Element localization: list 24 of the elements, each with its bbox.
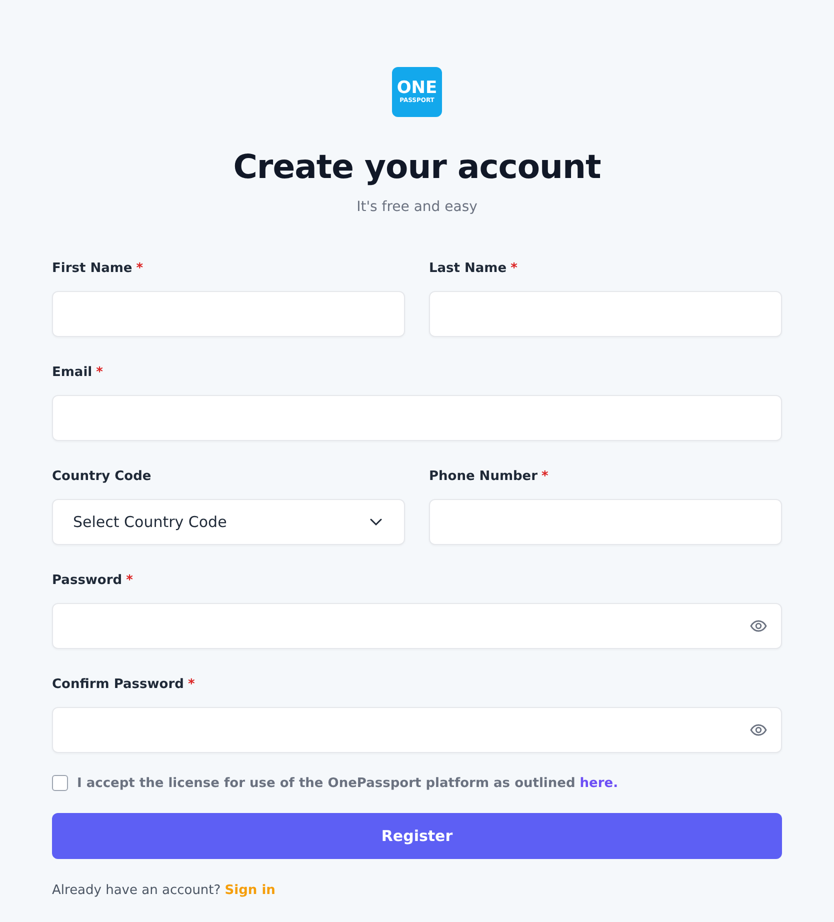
page-title: Create your account: [233, 147, 601, 187]
field-label: Email *: [52, 364, 104, 382]
field-label: Confirm Password *: [52, 676, 196, 694]
field-label: First Name *: [52, 260, 144, 278]
text-field[interactable]: [429, 291, 782, 337]
field-label: Phone Number *: [429, 468, 550, 486]
license-link[interactable]: here.: [580, 776, 618, 790]
password-field[interactable]: [52, 603, 782, 649]
eye-icon[interactable]: [750, 724, 767, 736]
field-label: Password *: [52, 572, 134, 590]
chevron-down-icon: [370, 518, 382, 526]
password-field[interactable]: [52, 707, 782, 753]
text-field[interactable]: [52, 291, 405, 337]
eye-icon[interactable]: [750, 620, 767, 632]
register-button[interactable]: Register: [52, 813, 782, 859]
text-field[interactable]: [429, 499, 782, 545]
field-label: Last Name *: [429, 260, 518, 278]
country-code-select[interactable]: Select Country Code: [52, 499, 405, 545]
license-checkbox[interactable]: [52, 775, 68, 791]
page-subtitle: It's free and easy: [356, 199, 478, 215]
text-field[interactable]: [52, 395, 782, 441]
signin-prompt: Already have an account? Sign in: [52, 883, 276, 898]
field-label: Country Code: [52, 468, 152, 486]
license-text: I accept the license for use of the OnePassport platform as outlined here.: [77, 776, 618, 790]
